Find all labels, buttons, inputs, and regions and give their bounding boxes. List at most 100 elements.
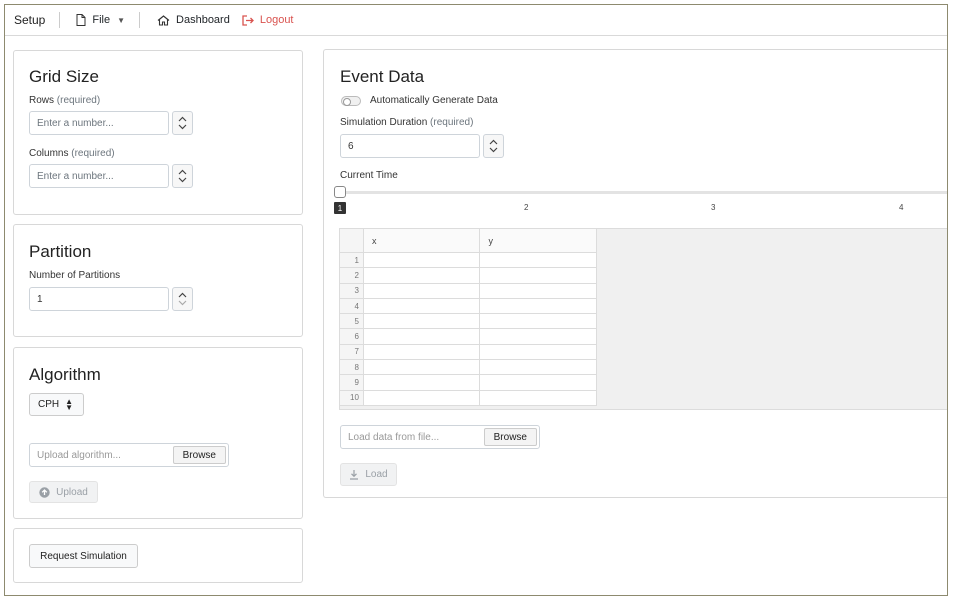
row-number: 6 <box>339 328 364 345</box>
app-window: Setup File ▼ Dashboard Logout Grid Size … <box>4 4 948 596</box>
nav-file-label: File <box>92 14 111 26</box>
table-cell[interactable] <box>479 297 597 315</box>
table-row: 1 <box>339 251 597 269</box>
partitions-stepper[interactable] <box>172 287 193 311</box>
table-row: 2 <box>339 267 597 284</box>
table-cell[interactable] <box>362 297 481 315</box>
table-cell[interactable] <box>362 374 481 391</box>
table-cell[interactable] <box>479 328 597 345</box>
request-card: Request Simulation <box>13 528 303 583</box>
table-cell[interactable] <box>479 389 597 406</box>
chevron-down-icon[interactable] <box>178 299 187 307</box>
row-number: 8 <box>339 359 364 376</box>
row-number: 10 <box>339 389 364 406</box>
table-row: 10 <box>339 389 597 406</box>
slider-tick: 4 <box>899 203 904 212</box>
table-row: 9 <box>339 374 597 391</box>
duration-input[interactable]: 6 <box>340 134 480 158</box>
nav-dashboard[interactable]: Dashboard <box>140 5 236 35</box>
rows-input[interactable]: Enter a number... <box>29 111 169 135</box>
caret-down-icon: ▼ <box>117 15 126 25</box>
table-corner <box>339 228 364 253</box>
file-icon <box>76 14 86 26</box>
event-data-table[interactable]: x y 1 2 3 4 5 6 7 8 9 10 <box>339 228 597 406</box>
upload-button[interactable]: Upload <box>29 481 98 503</box>
algorithm-title: Algorithm <box>29 365 101 384</box>
table-cell[interactable] <box>479 282 597 299</box>
row-number: 9 <box>339 374 364 391</box>
chevron-down-icon[interactable] <box>489 146 498 154</box>
data-file-input[interactable]: Load data from file... Browse <box>340 425 540 449</box>
table-cell[interactable] <box>479 359 597 376</box>
row-number: 4 <box>339 297 364 315</box>
slider-tick: 2 <box>524 203 529 212</box>
table-cell[interactable] <box>479 251 597 269</box>
algorithm-file-input[interactable]: Upload algorithm... Browse <box>29 443 229 467</box>
columns-stepper[interactable] <box>172 164 193 188</box>
algorithm-file-placeholder: Upload algorithm... <box>37 449 121 461</box>
table-cell[interactable] <box>362 251 481 269</box>
table-cell[interactable] <box>362 389 481 406</box>
logout-icon <box>242 14 254 26</box>
row-number: 5 <box>339 313 364 330</box>
table-cell[interactable] <box>362 313 481 330</box>
columns-label: Columns (required) <box>29 148 115 159</box>
table-cell[interactable] <box>479 374 597 391</box>
table-cell[interactable] <box>362 328 481 345</box>
download-icon <box>349 469 359 480</box>
row-number: 1 <box>339 251 364 269</box>
duration-label: Simulation Duration (required) <box>340 117 474 128</box>
chevron-up-icon[interactable] <box>178 291 187 299</box>
nav-dashboard-label: Dashboard <box>176 14 230 26</box>
data-browse-button[interactable]: Browse <box>483 428 537 446</box>
table-cell[interactable] <box>479 343 597 361</box>
current-time-slider[interactable] <box>340 191 947 194</box>
top-navbar: Setup File ▼ Dashboard Logout <box>5 5 947 36</box>
chevron-up-icon[interactable] <box>489 138 498 146</box>
auto-generate-toggle[interactable] <box>341 96 361 106</box>
algorithm-select[interactable]: CPH ▲ ▼ <box>29 393 84 416</box>
table-cell[interactable] <box>479 267 597 284</box>
current-time-label: Current Time <box>340 170 398 181</box>
table-row: 8 <box>339 359 597 376</box>
table-cell[interactable] <box>362 267 481 284</box>
table-row: 5 <box>339 313 597 330</box>
chevron-up-icon[interactable] <box>178 168 187 176</box>
chevron-down-icon[interactable] <box>178 123 187 131</box>
table-cell[interactable] <box>362 282 481 299</box>
partition-title: Partition <box>29 242 92 261</box>
home-icon <box>157 14 170 26</box>
load-button[interactable]: Load <box>340 463 397 486</box>
nav-logout[interactable]: Logout <box>236 5 302 35</box>
table-cell[interactable] <box>362 359 481 376</box>
partitions-label: Number of Partitions <box>29 270 121 281</box>
rows-label: Rows (required) <box>29 95 101 106</box>
grid-size-title: Grid Size <box>29 67 99 86</box>
event-data-title: Event Data <box>340 67 425 86</box>
sort-icon: ▲ ▼ <box>65 396 74 412</box>
slider-handle[interactable] <box>334 186 346 198</box>
nav-file-menu[interactable]: File ▼ <box>60 5 139 35</box>
partition-card: Partition Number of Partitions 1 <box>13 224 303 337</box>
request-simulation-button[interactable]: Request Simulation <box>29 544 138 568</box>
chevron-up-icon[interactable] <box>178 115 187 123</box>
table-row: 7 <box>339 343 597 361</box>
table-cell[interactable] <box>362 343 481 361</box>
algorithm-browse-button[interactable]: Browse <box>172 446 226 464</box>
nav-logout-label: Logout <box>259 14 294 26</box>
column-header-x[interactable]: x <box>362 228 481 253</box>
chevron-down-icon[interactable] <box>178 176 187 184</box>
partitions-input[interactable]: 1 <box>29 287 169 311</box>
rows-stepper[interactable] <box>172 111 193 135</box>
table-cell[interactable] <box>479 313 597 330</box>
table-row: 6 <box>339 328 597 345</box>
duration-stepper[interactable] <box>483 134 504 158</box>
column-header-y[interactable]: y <box>479 228 597 253</box>
nav-setup[interactable]: Setup <box>5 5 59 35</box>
grid-size-card: Grid Size Rows (required) Enter a number… <box>13 50 303 215</box>
row-number: 2 <box>339 267 364 284</box>
upload-icon <box>39 486 50 498</box>
columns-input[interactable]: Enter a number... <box>29 164 169 188</box>
row-number: 7 <box>339 343 364 361</box>
event-data-card: Event Data Automatically Generate Data S… <box>323 49 947 498</box>
